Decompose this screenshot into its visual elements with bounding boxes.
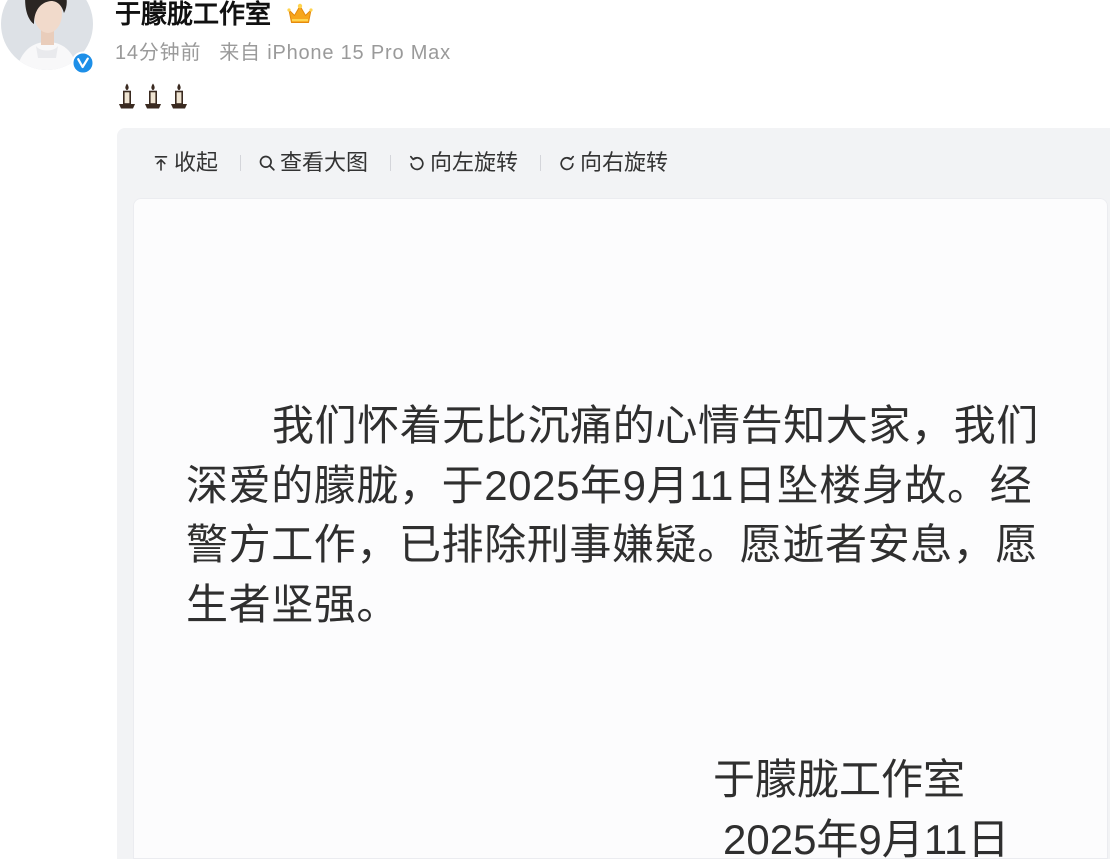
announcement-line: 生者坚强。 <box>186 580 400 628</box>
rotate-left-label: 向左旋转 <box>430 150 519 175</box>
author-name[interactable]: 于朦胧工作室 <box>115 0 271 28</box>
crown-icon[interactable] <box>286 2 314 26</box>
rotate-right-label: 向右旋转 <box>580 150 669 175</box>
rotate-right-button[interactable]: 向右旋转 <box>558 148 668 178</box>
toolbar-separator <box>540 155 542 171</box>
signature: 于朦胧工作室 2025年9月11日 <box>713 750 1009 859</box>
search-icon <box>258 154 276 172</box>
toolbar-separator <box>240 155 242 171</box>
candle-icon <box>142 82 164 110</box>
verified-badge-icon <box>71 51 95 75</box>
rotate-right-icon <box>558 154 576 172</box>
toolbar-separator <box>390 155 392 171</box>
post-source: 来自 iPhone 15 Pro Max <box>219 42 451 64</box>
collapse-label: 收起 <box>174 150 219 175</box>
signature-date: 2025年9月11日 <box>723 816 1010 859</box>
announcement-line: 警方工作，已排除刑事嫌疑。愿逝者安息，愿 <box>186 521 1039 568</box>
view-large-label: 查看大图 <box>280 150 369 175</box>
rotate-left-button[interactable]: 向左旋转 <box>408 148 518 178</box>
post-text <box>116 82 190 110</box>
candle-icon <box>168 82 190 110</box>
rotate-left-icon <box>408 154 426 172</box>
signature-name: 于朦胧工作室 <box>713 756 966 803</box>
post-time[interactable]: 14分钟前 <box>115 42 201 64</box>
image-viewer-panel: 收起 查看大图 向左旋转 向右旋转 我们怀着无比沉痛的心情告知大家，我们 深爱的… <box>117 128 1110 859</box>
collapse-button[interactable]: 收起 <box>152 148 218 178</box>
post-meta: 14分钟前 来自 iPhone 15 Pro Max <box>115 41 451 65</box>
announcement-line: 我们怀着无比沉痛的心情告知大家，我们 <box>272 402 1039 449</box>
announcement-line: 深爱的朦胧，于2025年9月11日坠楼身故。经 <box>186 461 1033 509</box>
view-large-button[interactable]: 查看大图 <box>258 148 368 178</box>
candle-icon <box>116 82 138 110</box>
announcement-text: 我们怀着无比沉痛的心情告知大家，我们 深爱的朦胧，于2025年9月11日坠楼身故… <box>186 396 1039 634</box>
collapse-icon <box>152 154 170 172</box>
image-toolbar: 收起 查看大图 向左旋转 向右旋转 <box>152 148 668 178</box>
post-image[interactable]: 我们怀着无比沉痛的心情告知大家，我们 深爱的朦胧，于2025年9月11日坠楼身故… <box>133 198 1108 859</box>
